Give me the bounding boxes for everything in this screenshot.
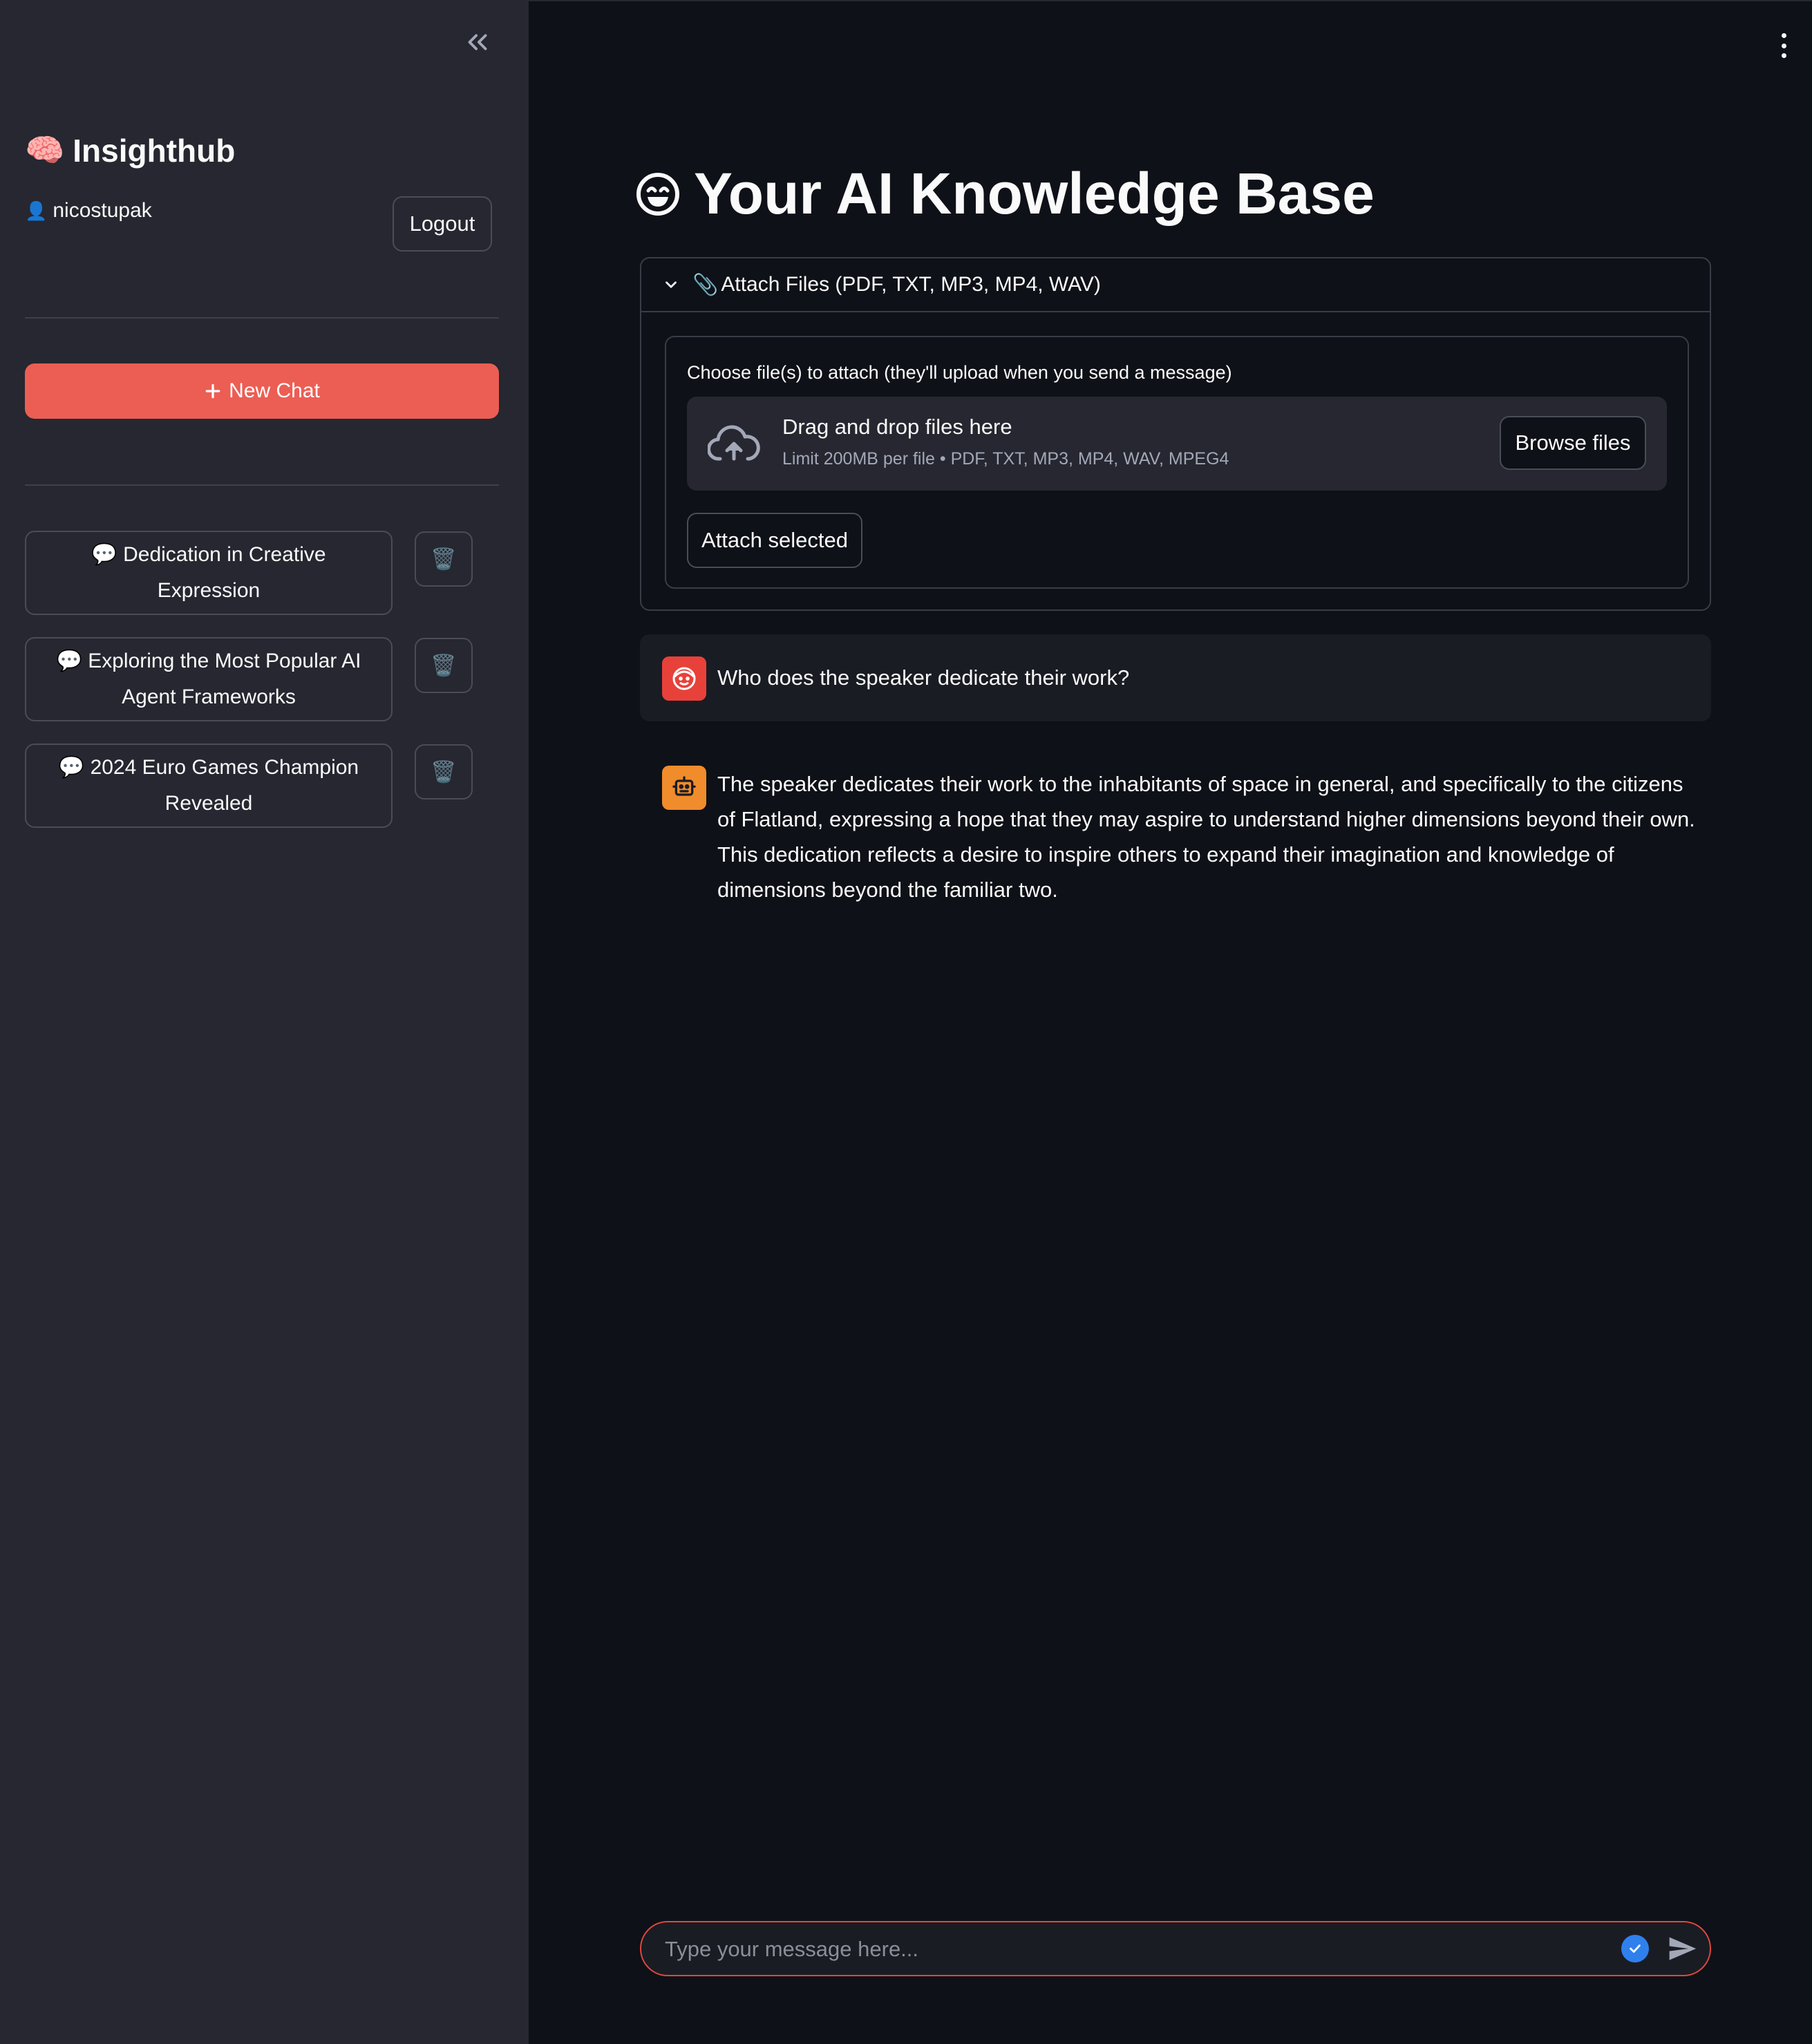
plus-icon: [205, 384, 220, 399]
uploader-label: Choose file(s) to attach (they'll upload…: [687, 362, 1232, 383]
page-title: Your AI Knowledge Base: [636, 160, 1375, 227]
brand-name: Insighthub: [73, 132, 236, 169]
speech-bubble-icon: 💬: [56, 650, 82, 672]
user-message: Who does the speaker dedicate their work…: [640, 634, 1711, 721]
more-options-icon[interactable]: [1780, 33, 1787, 58]
brain-icon: 🧠: [25, 132, 65, 168]
dropzone-limits: Limit 200MB per file • PDF, TXT, MP3, MP…: [782, 449, 1229, 469]
check-icon: [1621, 1935, 1649, 1962]
username: nicostupak: [53, 199, 152, 222]
dropzone-title: Drag and drop files here: [782, 415, 1012, 439]
trash-icon: 🗑️: [431, 547, 457, 571]
chat-input-bar: [640, 1921, 1711, 1976]
chat-title: 2024 Euro Games Champion Revealed: [90, 756, 359, 815]
chat-title: Exploring the Most Popular AI Agent Fram…: [88, 650, 361, 708]
chat-input[interactable]: [663, 1929, 1565, 1969]
trash-icon: 🗑️: [431, 654, 457, 677]
app-brand: 🧠 Insighthub: [25, 131, 235, 169]
collapse-sidebar-icon[interactable]: [462, 26, 493, 58]
delete-chat-button[interactable]: 🗑️: [415, 531, 473, 587]
user-icon: 👤: [25, 200, 48, 221]
paperclip-icon: 📎: [692, 273, 719, 296]
speech-bubble-icon: 💬: [91, 543, 117, 566]
user-avatar-icon: [662, 656, 706, 701]
robot-avatar-icon: [662, 766, 706, 810]
sidebar: 🧠 Insighthub 👤 nicostupak Logout New Cha…: [0, 0, 529, 2044]
logout-button[interactable]: Logout: [393, 196, 492, 252]
speech-bubble-icon: 💬: [58, 756, 85, 779]
chat-history-item[interactable]: 💬 Dedication in Creative Expression: [25, 531, 393, 615]
sidebar-divider: [25, 484, 499, 486]
trash-icon: 🗑️: [431, 760, 457, 784]
chat-history-item[interactable]: 💬 Exploring the Most Popular AI Agent Fr…: [25, 637, 393, 721]
delete-chat-button[interactable]: 🗑️: [415, 638, 473, 693]
new-chat-button[interactable]: New Chat: [25, 363, 499, 419]
cloud-upload-icon: [708, 425, 760, 461]
browse-files-button[interactable]: Browse files: [1500, 416, 1646, 470]
chat-history-item[interactable]: 💬 2024 Euro Games Champion Revealed: [25, 744, 393, 828]
chevron-down-icon: [666, 281, 677, 288]
chat-title: Dedication in Creative Expression: [123, 543, 326, 602]
expander-header[interactable]: 📎 Attach Files (PDF, TXT, MP3, MP4, WAV): [641, 258, 1710, 312]
send-icon[interactable]: [1667, 1933, 1697, 1964]
sidebar-divider: [25, 317, 499, 319]
user-info: 👤 nicostupak: [25, 199, 152, 223]
grinning-face-icon: [636, 172, 679, 216]
dropzone[interactable]: Drag and drop files here Limit 200MB per…: [687, 397, 1667, 491]
assistant-message-text: The speaker dedicates their work to the …: [717, 772, 1695, 902]
file-uploader: Choose file(s) to attach (they'll upload…: [665, 336, 1689, 589]
new-chat-label: New Chat: [229, 379, 320, 402]
expander-label: Attach Files (PDF, TXT, MP3, MP4, WAV): [721, 273, 1101, 296]
user-message-text: Who does the speaker dedicate their work…: [717, 665, 1130, 690]
page-title-text: Your AI Knowledge Base: [694, 161, 1375, 226]
delete-chat-button[interactable]: 🗑️: [415, 744, 473, 799]
attach-selected-button[interactable]: Attach selected: [687, 513, 862, 568]
attach-files-expander: 📎 Attach Files (PDF, TXT, MP3, MP4, WAV)…: [640, 257, 1711, 611]
